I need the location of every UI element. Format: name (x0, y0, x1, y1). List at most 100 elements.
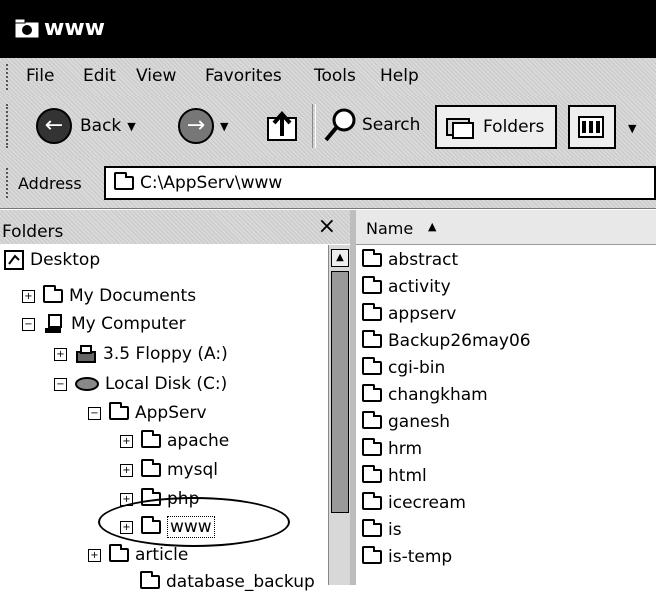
tree-label: AppServ (135, 403, 207, 423)
menu-bar: File Edit View Favorites Tools Help (0, 58, 656, 97)
toolbar-grip[interactable] (6, 104, 11, 148)
collapse-icon[interactable]: − (22, 317, 35, 331)
file-item[interactable]: Backup26may06 (362, 329, 531, 353)
file-item[interactable]: icecream (362, 491, 466, 515)
tree-node-floppy[interactable]: + 3.5 Floppy (A:) (54, 339, 228, 369)
scroll-thumb[interactable] (331, 271, 349, 513)
close-icon[interactable]: × (318, 214, 336, 239)
file-item-label: is-temp (388, 547, 453, 567)
file-item[interactable]: ganesh (362, 410, 450, 434)
views-chevron-down-icon[interactable]: ▼ (628, 122, 636, 135)
up-button[interactable] (264, 106, 302, 144)
up-folder-icon (267, 110, 297, 141)
folder-icon (362, 411, 382, 429)
expand-icon[interactable]: + (120, 434, 133, 448)
title-bar: www (0, 0, 656, 58)
desktop-icon (4, 250, 24, 270)
file-item[interactable]: cgi-bin (362, 356, 445, 380)
file-item-label: icecream (388, 493, 466, 513)
tree-node-desktop[interactable]: Desktop (4, 245, 100, 275)
file-item[interactable]: changkham (362, 383, 488, 407)
folder-open-icon (109, 402, 129, 420)
folders-button[interactable]: Folders (435, 105, 557, 149)
address-bar: Address C:\AppServ\www (0, 158, 656, 209)
expand-icon[interactable]: + (120, 520, 133, 534)
name-column-header[interactable]: Name ▲ (356, 210, 656, 245)
tree-node-my-computer[interactable]: − My Computer (22, 309, 186, 339)
forward-arrow-icon: → (178, 108, 214, 144)
menu-tools[interactable]: Tools (314, 66, 356, 86)
file-item[interactable]: is-temp (362, 545, 452, 569)
tree-node-local-disk[interactable]: − Local Disk (C:) (54, 369, 227, 399)
tree-label-selected: www (167, 516, 215, 538)
tree-node-database-backup[interactable]: database_backup (140, 567, 315, 597)
menu-file[interactable]: File (26, 66, 54, 86)
file-item[interactable]: hrm (362, 437, 422, 461)
tree-label: Local Disk (C:) (105, 374, 228, 394)
folder-icon (141, 488, 161, 506)
menu-help[interactable]: Help (380, 66, 419, 86)
folders-icon (446, 118, 474, 139)
menubar-grip[interactable] (6, 64, 11, 90)
menu-favorites[interactable]: Favorites (205, 66, 282, 86)
search-label: Search (362, 115, 421, 135)
expand-icon[interactable]: + (120, 492, 133, 506)
folder-icon (362, 357, 382, 375)
tree-node-apache[interactable]: + apache (120, 426, 229, 456)
tree-label: My Documents (69, 286, 197, 306)
file-item[interactable]: is (362, 518, 402, 542)
expand-icon[interactable]: + (88, 548, 101, 562)
sort-ascending-icon: ▲ (428, 220, 437, 233)
folder-window-icon (14, 18, 40, 39)
file-item[interactable]: appserv (362, 302, 456, 326)
file-list-pane: Name ▲ abstract activity appserv Backup2… (356, 210, 656, 585)
tree-label: 3.5 Floppy (A:) (103, 344, 228, 364)
file-item[interactable]: html (362, 464, 427, 488)
folder-open-icon (141, 516, 161, 534)
tree-node-php[interactable]: + php (120, 484, 199, 514)
expand-icon[interactable]: + (54, 347, 67, 361)
address-input[interactable]: C:\AppServ\www (104, 166, 656, 200)
back-button[interactable]: ← Back ▼ (36, 108, 136, 144)
folder-icon (362, 276, 382, 294)
search-button[interactable]: Search (322, 106, 420, 144)
tree-scrollbar[interactable]: ▲ (328, 245, 351, 585)
file-item[interactable]: abstract (362, 248, 458, 272)
menu-edit[interactable]: Edit (83, 66, 116, 86)
folder-icon (362, 465, 382, 483)
tree-label: apache (167, 431, 230, 451)
expand-icon[interactable]: + (22, 289, 35, 303)
folder-icon (362, 249, 382, 267)
forward-button[interactable]: → ▼ (178, 108, 228, 144)
menu-view[interactable]: View (136, 66, 176, 86)
scroll-up-arrow-icon[interactable]: ▲ (331, 249, 349, 267)
file-item-label: Backup26may06 (388, 331, 531, 351)
folder-icon (362, 384, 382, 402)
folder-icon (362, 492, 382, 510)
collapse-icon[interactable]: − (54, 377, 67, 391)
tree-label: mysql (167, 460, 218, 480)
magnifier-icon (324, 108, 356, 142)
chevron-down-icon[interactable]: ▼ (220, 120, 228, 133)
tree-node-mysql[interactable]: + mysql (120, 455, 218, 485)
tree-node-www[interactable]: + www (120, 512, 215, 542)
tree-node-article[interactable]: + article (88, 540, 188, 570)
folder-icon (141, 430, 161, 448)
collapse-icon[interactable]: − (88, 406, 101, 420)
file-item[interactable]: activity (362, 275, 451, 299)
expand-icon[interactable]: + (120, 463, 133, 477)
addressbar-grip[interactable] (6, 168, 11, 198)
folder-icon (362, 519, 382, 537)
tree-node-appserv[interactable]: − AppServ (88, 398, 207, 428)
window-title: www (44, 16, 105, 41)
chevron-down-icon[interactable]: ▼ (127, 120, 135, 133)
back-arrow-icon: ← (36, 108, 72, 144)
folder-icon (140, 571, 160, 589)
views-button[interactable] (568, 105, 616, 149)
file-item-label: appserv (388, 304, 457, 324)
file-item-label: cgi-bin (388, 358, 446, 378)
folder-icon (362, 330, 382, 348)
folders-pane-header: Folders × (0, 210, 350, 244)
file-item-label: abstract (388, 250, 459, 270)
tree-node-my-documents[interactable]: + My Documents (22, 281, 196, 311)
